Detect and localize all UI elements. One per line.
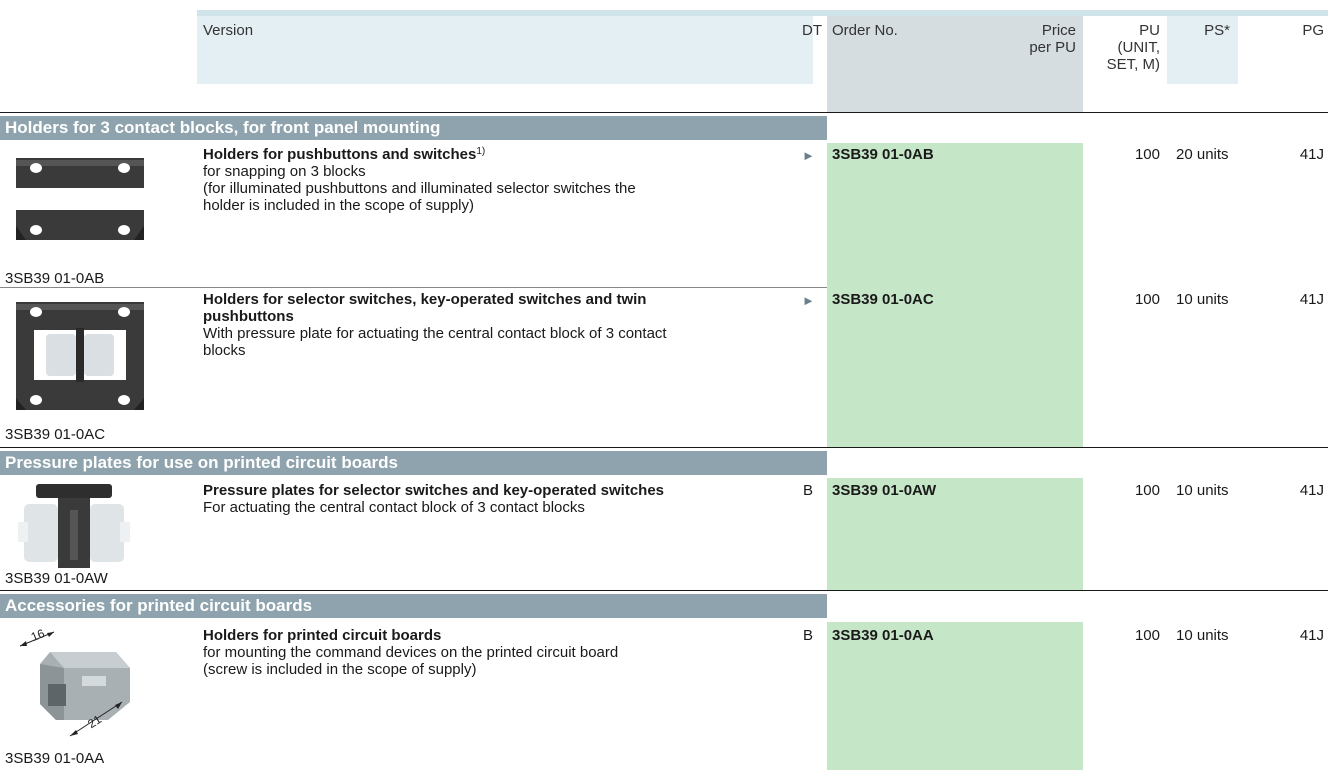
- order-number: 3SB39 01-0AC: [832, 291, 934, 308]
- image-caption: 3SB39 01-0AB: [5, 270, 105, 287]
- pu-value: 100: [1134, 291, 1160, 308]
- order-number: 3SB39 01-0AA: [832, 627, 934, 644]
- pu-value: 100: [1134, 482, 1160, 499]
- header-price-line2: per PU: [1029, 39, 1076, 56]
- delivery-time-code: B: [803, 627, 814, 644]
- footnote-marker: 1): [476, 146, 486, 157]
- section-bar-extension: [813, 451, 827, 475]
- order-cell-bg: [827, 622, 1083, 770]
- order-cell-bg: [827, 143, 1083, 288]
- pu-value: 100: [1134, 627, 1160, 644]
- section-title-front-panel: Holders for 3 contact blocks, for front …: [0, 116, 813, 140]
- pu-value: 100: [1134, 146, 1160, 163]
- pg-value: 41J: [1299, 482, 1324, 499]
- product-desc-line: (screw is included in the scope of suppl…: [203, 661, 477, 678]
- pg-value: 41J: [1299, 627, 1324, 644]
- section-rule: [0, 447, 1328, 448]
- section-title-pcb-accessories: Accessories for printed circuit boards: [0, 594, 813, 618]
- product-desc-line: for mounting the command devices on the …: [203, 644, 619, 661]
- header-pu-line1: PU: [1139, 22, 1160, 39]
- product-desc-line: blocks: [203, 342, 246, 359]
- pcb-holder-image: 16 21: [19, 626, 130, 737]
- holder-with-pressure-plate-image: [16, 302, 144, 410]
- section-bar-extension: [813, 116, 827, 140]
- product-desc-line: With pressure plate for actuating the ce…: [203, 325, 667, 342]
- header-price-line1: Price: [1041, 22, 1076, 39]
- ps-value: 10 units: [1176, 627, 1229, 644]
- pg-value: 41J: [1299, 291, 1324, 308]
- order-cell-bg: [827, 288, 1083, 447]
- product-title: Holders for pushbuttons and switches: [203, 146, 477, 163]
- header-pu-line2: (UNIT,: [1117, 39, 1161, 56]
- product-title: pushbuttons: [203, 308, 294, 325]
- section-title-pcb-pressure-plates: Pressure plates for use on printed circu…: [0, 451, 813, 475]
- image-caption: 3SB39 01-0AC: [5, 426, 106, 443]
- image-caption: 3SB39 01-0AA: [5, 750, 105, 767]
- header-dt: DT: [802, 22, 822, 39]
- product-description: Holders for selector switches, key-opera…: [203, 291, 793, 359]
- header-pg: PG: [1302, 22, 1324, 39]
- delivery-time-code: B: [803, 482, 814, 499]
- pressure-plate-image: [18, 484, 130, 568]
- section-rule: [0, 590, 1328, 591]
- header-version-cell: [197, 16, 813, 84]
- delivery-time-marker: ►: [802, 293, 815, 308]
- header-order-no: Order No.: [832, 22, 898, 39]
- product-title: Pressure plates for selector switches an…: [203, 482, 665, 499]
- row-rule: [0, 287, 827, 288]
- product-desc-line: (for illuminated pushbuttons and illumin…: [203, 180, 636, 197]
- product-desc-line: for snapping on 3 blocks: [203, 163, 366, 180]
- ps-value: 20 units: [1176, 146, 1229, 163]
- header-pu-line3: SET, M): [1106, 56, 1160, 73]
- pg-value: 41J: [1299, 146, 1324, 163]
- header-ps: PS*: [1204, 22, 1230, 39]
- holder-product-image: [16, 158, 144, 240]
- product-desc-line: holder is included in the scope of suppl…: [203, 197, 474, 214]
- order-number: 3SB39 01-0AB: [832, 146, 934, 163]
- order-number: 3SB39 01-0AW: [832, 482, 937, 499]
- product-description: Holders for printed circuit boards for m…: [203, 627, 803, 678]
- product-desc-line: For actuating the central contact block …: [203, 499, 585, 516]
- image-caption: 3SB39 01-0AW: [5, 570, 108, 587]
- product-description: Pressure plates for selector switches an…: [203, 482, 803, 516]
- header-version: Version: [203, 22, 254, 39]
- product-title: Holders for printed circuit boards: [203, 627, 442, 644]
- product-description: Holders for pushbuttons and switches1) f…: [203, 146, 793, 214]
- ps-value: 10 units: [1176, 291, 1229, 308]
- section-bar-extension: [813, 594, 827, 618]
- product-title: Holders for selector switches, key-opera…: [203, 291, 647, 308]
- delivery-time-marker: ►: [802, 148, 815, 163]
- ps-value: 10 units: [1176, 482, 1229, 499]
- header-rule: [0, 112, 1328, 113]
